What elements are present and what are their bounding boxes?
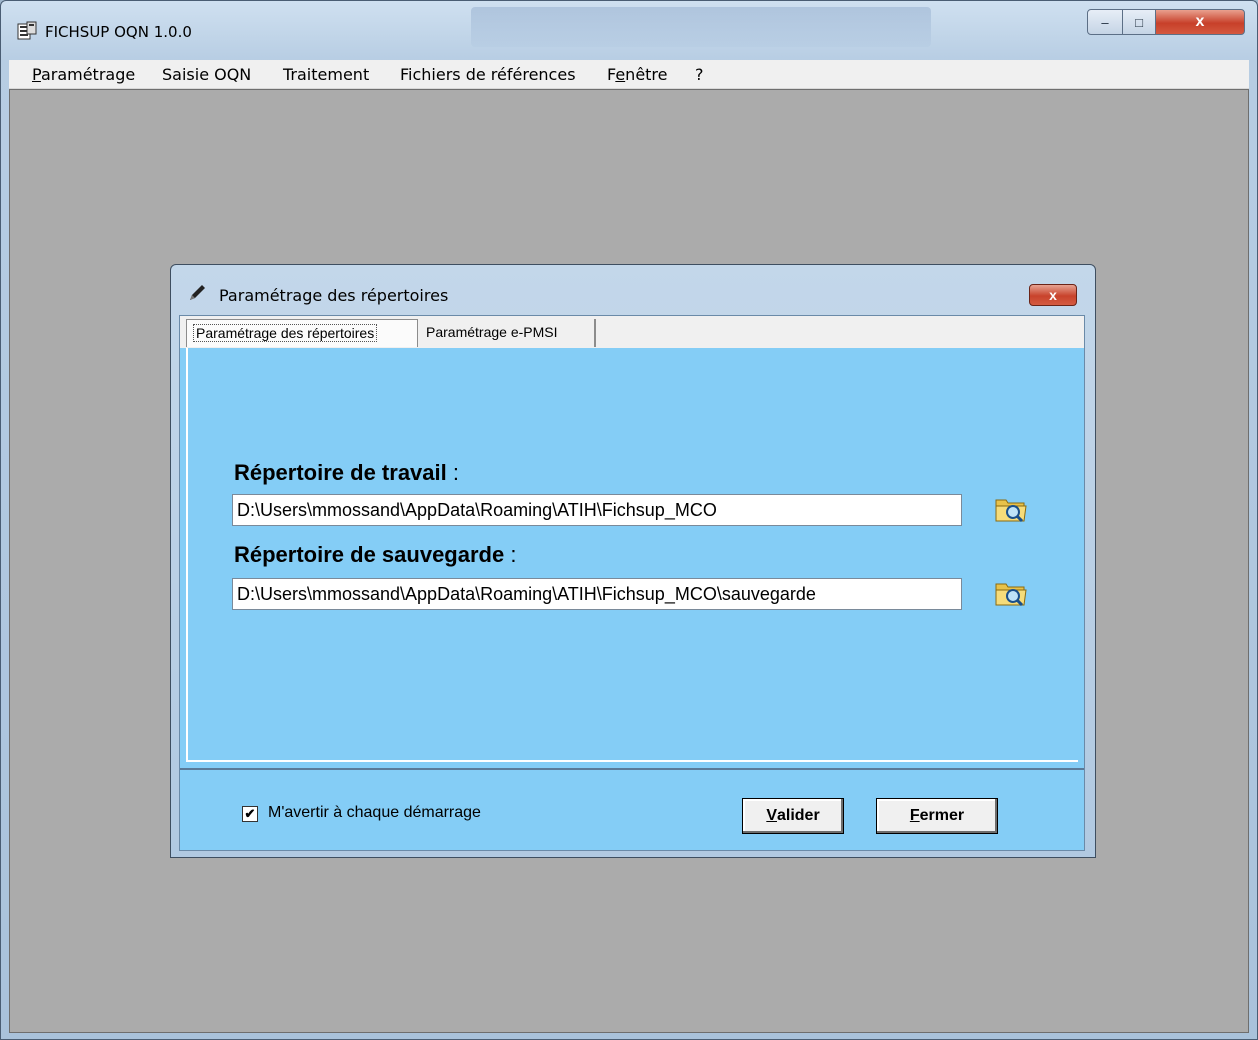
close-window-button[interactable]: x — [1155, 9, 1245, 35]
browse-folder-icon — [995, 499, 1027, 523]
menu-bar: Paramétrage Saisie OQN Traitement Fichie… — [9, 60, 1249, 89]
title-bar-glow — [471, 7, 931, 47]
tab-panel: Répertoire de travail : D:\Users\mmossan… — [186, 348, 1078, 762]
menu-parametrage[interactable]: Paramétrage — [32, 65, 135, 84]
menu-fichiers-references[interactable]: Fichiers de références — [400, 65, 576, 84]
app-icon — [17, 21, 37, 40]
menu-fenetre[interactable]: Fenêtre — [607, 65, 668, 84]
menu-help[interactable]: ? — [695, 65, 704, 84]
work-directory-browse-button[interactable] — [990, 492, 1032, 526]
tab-parametrage-epmsi[interactable]: Paramétrage e-PMSI — [420, 319, 596, 347]
close-icon: x — [1049, 287, 1057, 303]
dialog-close-button[interactable]: x — [1029, 284, 1077, 306]
tab-strip: Paramétrage des répertoires Paramétrage … — [180, 316, 1084, 348]
save-directory-label: Répertoire de sauvegarde : — [234, 542, 517, 567]
maximize-icon: □ — [1135, 14, 1143, 30]
close-button[interactable]: Fermer — [876, 798, 998, 834]
startup-warning-checkbox[interactable]: ✔ — [242, 806, 258, 822]
directory-settings-dialog: Paramétrage des répertoires x Paramétrag… — [170, 264, 1096, 858]
minimize-icon: – — [1101, 14, 1109, 30]
close-icon: x — [1195, 13, 1205, 30]
pencil-icon — [190, 285, 205, 300]
divider — [180, 768, 1084, 770]
window-title: FICHSUP OQN 1.0.0 — [45, 23, 192, 41]
dialog-body: Paramétrage des répertoires Paramétrage … — [179, 315, 1085, 851]
browse-folder-icon — [995, 583, 1027, 607]
menu-traitement[interactable]: Traitement — [283, 65, 369, 84]
menu-saisie-oqn[interactable]: Saisie OQN — [162, 65, 251, 84]
title-bar[interactable]: FICHSUP OQN 1.0.0 – □ x — [1, 1, 1257, 51]
startup-warning-label[interactable]: M'avertir à chaque démarrage — [268, 804, 481, 822]
work-directory-field[interactable]: D:\Users\mmossand\AppData\Roaming\ATIH\F… — [232, 494, 962, 526]
work-directory-label: Répertoire de travail : — [234, 460, 459, 485]
dialog-title: Paramétrage des répertoires — [219, 286, 449, 305]
validate-button[interactable]: Valider — [742, 798, 844, 834]
save-directory-field[interactable]: D:\Users\mmossand\AppData\Roaming\ATIH\F… — [232, 578, 962, 610]
maximize-button[interactable]: □ — [1122, 9, 1156, 35]
tab-parametrage-repertoires[interactable]: Paramétrage des répertoires — [186, 319, 418, 347]
minimize-button[interactable]: – — [1087, 9, 1123, 35]
save-directory-browse-button[interactable] — [990, 576, 1032, 610]
